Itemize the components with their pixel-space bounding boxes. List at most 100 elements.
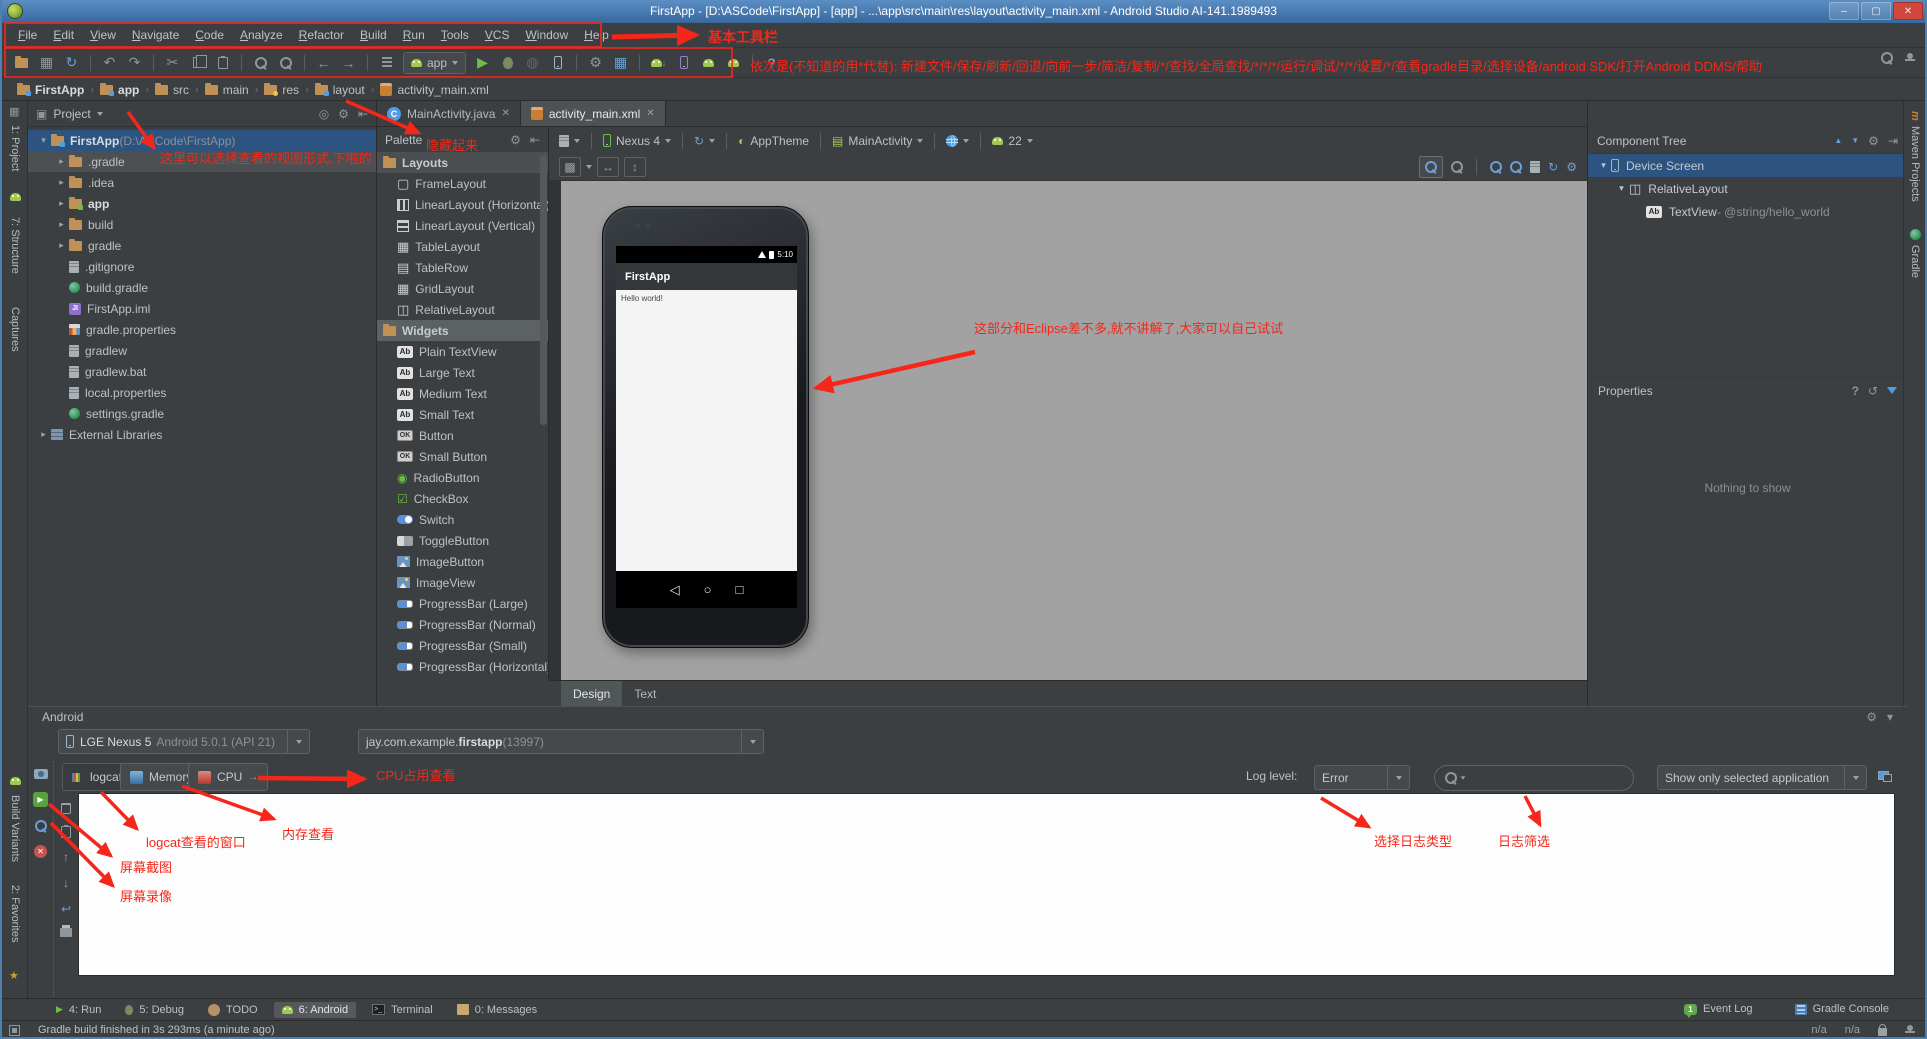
configuration-select[interactable] [559, 135, 580, 147]
theme-select[interactable]: AppTheme [738, 134, 809, 148]
ddms-button[interactable] [697, 52, 720, 74]
replace-button[interactable] [274, 52, 297, 74]
split-console-icon[interactable] [1878, 771, 1892, 782]
sdk-manager-button[interactable] [647, 52, 670, 74]
menu-window[interactable]: Window [517, 23, 576, 47]
palette-item-tablerow[interactable]: TableRow [377, 257, 548, 278]
run-button[interactable] [471, 52, 494, 74]
tab-text[interactable]: Text [622, 681, 668, 706]
tool-window-switcher-icon[interactable] [9, 105, 19, 118]
sidebar-tab-project[interactable]: 1: Project [9, 125, 21, 171]
menu-view[interactable]: View [82, 23, 124, 47]
wrap-lines-icon[interactable] [61, 902, 71, 916]
toolwindow-terminal[interactable]: >_Terminal [364, 1002, 441, 1018]
chevron-down-icon[interactable] [97, 112, 103, 116]
palette-item-large-text[interactable]: AbLarge Text [377, 362, 548, 383]
tree-row-settings-gradle[interactable]: settings.gradle [28, 403, 376, 424]
gear-icon[interactable] [1868, 134, 1879, 148]
sidebar-tab-gradle[interactable]: Gradle [1909, 229, 1921, 278]
settings-button[interactable] [584, 52, 607, 74]
editor-tab-activity-main[interactable]: activity_main.xml [521, 101, 666, 126]
toolwindow-android[interactable]: 6: Android [274, 1002, 357, 1018]
collapse-icon[interactable] [54, 219, 69, 230]
avd-manager-button[interactable] [672, 52, 695, 74]
gear-icon[interactable] [338, 107, 349, 121]
breadcrumb-res[interactable]: res [261, 83, 302, 97]
breadcrumb-file[interactable]: activity_main.xml [377, 83, 491, 97]
breadcrumb-app[interactable]: app [97, 83, 142, 97]
device-select[interactable]: Nexus 4 [603, 134, 671, 148]
palette-item-togglebutton[interactable]: ToggleButton [377, 530, 548, 551]
terminate-icon[interactable] [34, 845, 47, 858]
palette-item-small-text[interactable]: AbSmall Text [377, 404, 548, 425]
collapse-all-icon[interactable] [1851, 136, 1859, 145]
expand-icon[interactable] [1614, 183, 1629, 194]
tree-row-gradle[interactable]: gradle [28, 235, 376, 256]
match-height-button[interactable] [624, 157, 646, 177]
tree-row-build[interactable]: build [28, 214, 376, 235]
copy-button[interactable] [186, 52, 209, 74]
palette-item-linearlayout-h[interactable]: LinearLayout (Horizontal) [377, 194, 548, 215]
down-stack-trace-icon[interactable] [63, 876, 69, 890]
inspections-profile-icon[interactable] [1905, 1025, 1915, 1035]
locate-icon[interactable] [319, 107, 329, 121]
toolwindow-debug[interactable]: 5: Debug [117, 1002, 192, 1018]
open-file-button[interactable] [10, 52, 33, 74]
menu-refactor[interactable]: Refactor [291, 23, 352, 47]
tab-cpu[interactable]: CPU [188, 763, 268, 791]
tree-row-gitignore[interactable]: .gitignore [28, 256, 376, 277]
screen-record-icon[interactable] [33, 792, 48, 807]
palette-scrollbar[interactable] [540, 155, 547, 425]
menu-run[interactable]: Run [395, 23, 433, 47]
collapse-icon[interactable] [54, 177, 69, 188]
toolwindow-event-log[interactable]: 1 Event Log [1676, 1001, 1761, 1017]
collapse-icon[interactable] [36, 429, 51, 440]
logcat-search-input[interactable] [1434, 765, 1634, 791]
orientation-select[interactable] [694, 134, 715, 148]
palette-item-imageview[interactable]: ImageView [377, 572, 548, 593]
expand-icon[interactable] [1596, 160, 1611, 171]
tree-row-gradle-dir[interactable]: .gradle [28, 151, 376, 172]
collapse-icon[interactable] [54, 240, 69, 251]
menu-vcs[interactable]: VCS [477, 23, 518, 47]
back-button[interactable] [312, 52, 335, 74]
help-icon[interactable] [1852, 384, 1859, 398]
collapse-icon[interactable] [54, 156, 69, 167]
cut-button[interactable] [161, 52, 184, 74]
logcat-output-area[interactable] [78, 793, 1895, 976]
screenshot-icon[interactable] [34, 769, 48, 779]
tree-row-local-properties[interactable]: local.properties [28, 382, 376, 403]
zoom-actual-button[interactable] [1451, 161, 1463, 173]
palette-item-button[interactable]: OKButton [377, 425, 548, 446]
debug-button[interactable] [496, 52, 519, 74]
match-width-button[interactable] [597, 157, 619, 177]
gear-icon[interactable] [510, 133, 521, 147]
refresh-button[interactable] [1548, 160, 1558, 174]
gear-icon[interactable] [1866, 710, 1877, 724]
zoom-fit-button[interactable] [1419, 156, 1443, 178]
breadcrumb-src[interactable]: src [152, 83, 192, 97]
save-all-button[interactable] [35, 52, 58, 74]
palette-item-linearlayout-v[interactable]: LinearLayout (Vertical) [377, 215, 548, 236]
attach-debugger-button[interactable] [546, 52, 569, 74]
collapse-panel-icon[interactable] [530, 133, 540, 147]
up-stack-trace-icon[interactable] [63, 850, 69, 864]
toolwindow-toggle-icon[interactable] [9, 1025, 20, 1036]
help-button[interactable] [760, 52, 783, 74]
tree-row-build-gradle[interactable]: build.gradle [28, 277, 376, 298]
project-view-selector[interactable]: Project [53, 107, 90, 121]
device-select[interactable]: LGE Nexus 5 Android 5.0.1 (API 21) [58, 729, 310, 754]
tree-row-external-libraries[interactable]: External Libraries [28, 424, 376, 445]
sync-button[interactable] [60, 52, 83, 74]
api-level-select[interactable]: 22 [992, 134, 1032, 148]
palette-item-framelayout[interactable]: FrameLayout [377, 173, 548, 194]
dock-icon[interactable] [1888, 134, 1898, 148]
menu-code[interactable]: Code [187, 23, 232, 47]
redo-button[interactable] [123, 52, 146, 74]
menu-help[interactable]: Help [576, 23, 617, 47]
tree-row-gradlew[interactable]: gradlew [28, 340, 376, 361]
sidebar-tab-build-variants[interactable]: Build Variants [9, 795, 21, 862]
component-device-screen[interactable]: Device Screen [1588, 154, 1907, 177]
palette-item-progressbar-normal[interactable]: ProgressBar (Normal) [377, 614, 548, 635]
palette-item-medium-text[interactable]: AbMedium Text [377, 383, 548, 404]
